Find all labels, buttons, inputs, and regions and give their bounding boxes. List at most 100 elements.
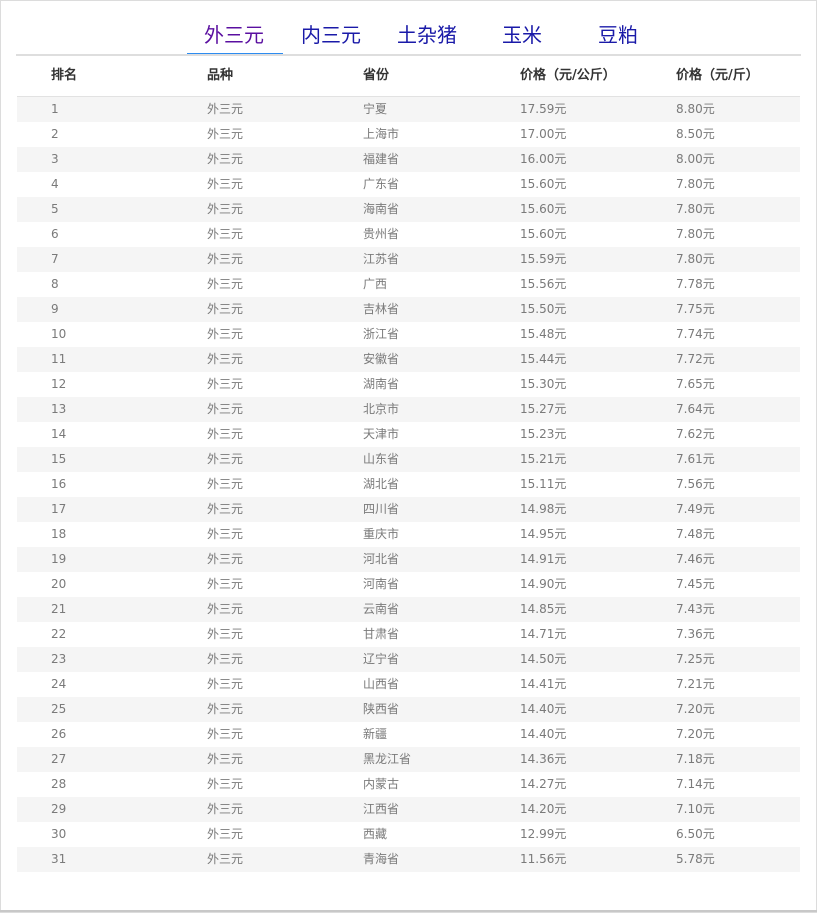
cell-province: 云南省 [363,602,400,616]
cell-breed: 外三元 [207,427,244,441]
cell-price-kg: 14.90元 [520,577,567,591]
table-row: 11 外三元 安徽省 15.44元 7.72元 [17,347,800,372]
cell-rank: 11 [51,352,67,366]
cell-breed: 外三元 [207,652,244,666]
cell-price-jin: 7.62元 [676,427,715,441]
cell-rank: 15 [51,452,67,466]
price-table: 排名 品种 省份 价格（元/公斤） 价格（元/斤） 1 外三元 宁夏 17.59元 8.… [17,56,800,872]
cell-price-kg: 15.23元 [520,427,567,441]
table-row: 20 外三元 河南省 14.90元 7.45元 [17,572,800,597]
cell-rank: 18 [51,527,67,541]
tab-nei-san-yuan[interactable]: 内三元 [301,18,361,55]
cell-price-kg: 14.20元 [520,802,567,816]
cell-breed: 外三元 [207,102,244,116]
cell-rank: 17 [51,502,67,516]
cell-price-kg: 14.40元 [520,702,567,716]
cell-province: 吉林省 [363,302,400,316]
cell-price-kg: 15.30元 [520,377,567,391]
cell-rank: 31 [51,852,67,866]
cell-price-jin: 7.80元 [676,227,715,241]
table-row: 19 外三元 河北省 14.91元 7.46元 [17,547,800,572]
cell-province: 甘肃省 [363,627,400,641]
table-row: 2 外三元 上海市 17.00元 8.50元 [17,122,800,147]
cell-rank: 24 [51,677,67,691]
tab-wai-san-yuan[interactable]: 外三元 [204,18,264,55]
table-row: 24 外三元 山西省 14.41元 7.21元 [17,672,800,697]
cell-breed: 外三元 [207,377,244,391]
cell-price-kg: 15.50元 [520,302,567,316]
cell-rank: 28 [51,777,67,791]
cell-price-kg: 15.11元 [520,477,567,491]
table-row: 28 外三元 内蒙古 14.27元 7.14元 [17,772,800,797]
table-row: 13 外三元 北京市 15.27元 7.64元 [17,397,800,422]
cell-price-jin: 7.18元 [676,752,715,766]
category-tabs: 外三元 内三元 土杂猪 玉米 豆粕 [0,18,817,56]
cell-price-jin: 7.78元 [676,277,715,291]
cell-price-kg: 15.60元 [520,202,567,216]
cell-province: 河南省 [363,577,400,591]
cell-price-jin: 8.80元 [676,102,715,116]
cell-price-jin: 7.64元 [676,402,715,416]
cell-price-kg: 15.60元 [520,177,567,191]
cell-province: 青海省 [363,852,400,866]
table-row: 17 外三元 四川省 14.98元 7.49元 [17,497,800,522]
table-row: 26 外三元 新疆 14.40元 7.20元 [17,722,800,747]
cell-price-jin: 7.72元 [676,352,715,366]
table-row: 16 外三元 湖北省 15.11元 7.56元 [17,472,800,497]
cell-rank: 8 [51,277,59,291]
cell-breed: 外三元 [207,452,244,466]
table-header: 排名 品种 省份 价格（元/公斤） 价格（元/斤） [17,56,800,97]
cell-province: 山西省 [363,677,400,691]
cell-province: 黑龙江省 [363,752,412,766]
cell-price-jin: 7.80元 [676,252,715,266]
cell-breed: 外三元 [207,352,244,366]
cell-breed: 外三元 [207,202,244,216]
table-row: 31 外三元 青海省 11.56元 5.78元 [17,847,800,872]
cell-price-jin: 7.80元 [676,202,715,216]
cell-price-jin: 8.00元 [676,152,715,166]
table-row: 6 外三元 贵州省 15.60元 7.80元 [17,222,800,247]
cell-rank: 7 [51,252,59,266]
cell-rank: 25 [51,702,67,716]
table-row: 18 外三元 重庆市 14.95元 7.48元 [17,522,800,547]
header-rank: 排名 [51,68,78,83]
cell-breed: 外三元 [207,402,244,416]
cell-rank: 26 [51,727,67,741]
cell-rank: 29 [51,802,67,816]
tab-yu-mi[interactable]: 玉米 [502,18,542,55]
header-breed: 品种 [207,68,234,83]
cell-price-kg: 14.95元 [520,527,567,541]
header-price-per-kg: 价格（元/公斤） [520,68,616,83]
cell-price-kg: 17.00元 [520,127,567,141]
cell-price-kg: 15.44元 [520,352,567,366]
cell-province: 江苏省 [363,252,400,266]
cell-price-jin: 7.80元 [676,177,715,191]
cell-breed: 外三元 [207,727,244,741]
table-row: 23 外三元 辽宁省 14.50元 7.25元 [17,647,800,672]
cell-breed: 外三元 [207,777,244,791]
table-row: 8 外三元 广西 15.56元 7.78元 [17,272,800,297]
cell-rank: 13 [51,402,67,416]
cell-breed: 外三元 [207,227,244,241]
cell-price-kg: 15.21元 [520,452,567,466]
cell-province: 广西 [363,277,388,291]
cell-price-kg: 15.59元 [520,252,567,266]
cell-price-jin: 7.14元 [676,777,715,791]
cell-price-jin: 7.65元 [676,377,715,391]
cell-price-kg: 15.60元 [520,227,567,241]
cell-rank: 6 [51,227,59,241]
cell-price-kg: 14.71元 [520,627,567,641]
cell-price-kg: 15.27元 [520,402,567,416]
cell-province: 江西省 [363,802,400,816]
cell-price-kg: 14.50元 [520,652,567,666]
tab-dou-po[interactable]: 豆粕 [598,18,638,55]
cell-breed: 外三元 [207,152,244,166]
cell-price-jin: 7.10元 [676,802,715,816]
table-row: 21 外三元 云南省 14.85元 7.43元 [17,597,800,622]
cell-rank: 16 [51,477,67,491]
tab-tu-za-zhu[interactable]: 土杂猪 [397,18,457,55]
cell-province: 安徽省 [363,352,400,366]
cell-price-kg: 14.85元 [520,602,567,616]
cell-price-jin: 7.74元 [676,327,715,341]
cell-price-jin: 7.49元 [676,502,715,516]
